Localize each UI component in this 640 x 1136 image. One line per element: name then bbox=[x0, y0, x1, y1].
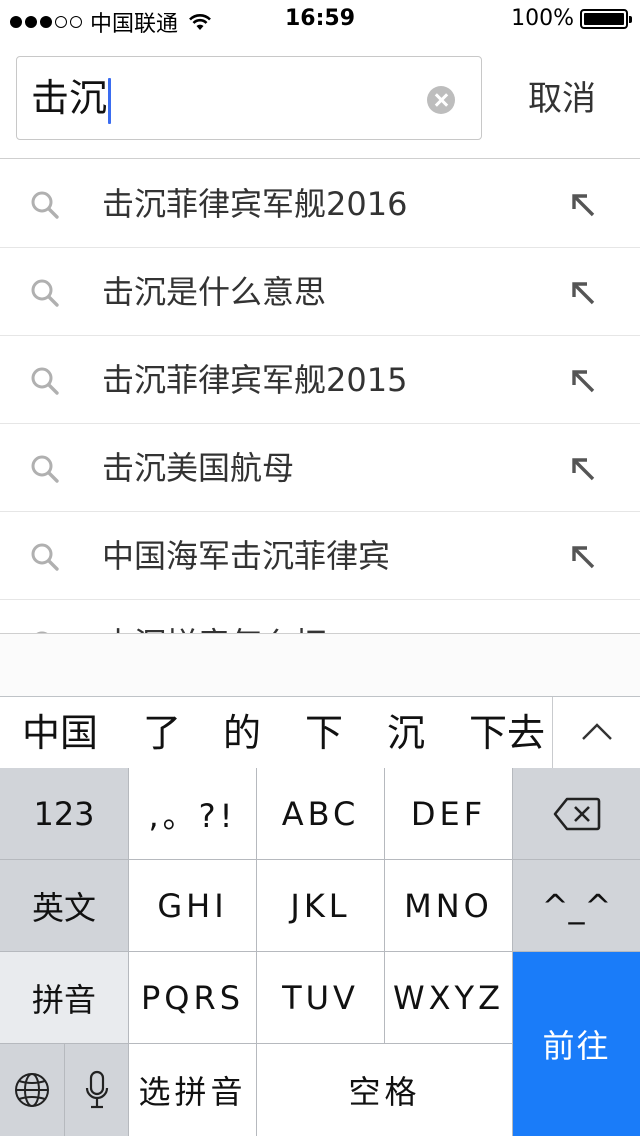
search-box[interactable]: 击沉 bbox=[16, 56, 482, 140]
search-query-text: 击沉 bbox=[31, 76, 108, 120]
battery-percent: 100% bbox=[511, 6, 574, 31]
search-icon bbox=[31, 367, 59, 395]
suggestion-label: 击沉拼音怎么打 bbox=[102, 600, 326, 634]
battery-icon bbox=[580, 8, 632, 29]
candidate-word[interactable]: 下 bbox=[305, 697, 343, 769]
key-wxyz[interactable]: WXYZ bbox=[385, 952, 513, 1044]
select-pinyin-key-label: 选拼音 bbox=[138, 1073, 247, 1111]
suggestion-item[interactable]: 击沉拼音怎么打 bbox=[0, 600, 640, 634]
suggestion-label: 击沉菲律宾军舰2016 bbox=[102, 185, 408, 223]
candidate-word[interactable]: 了 bbox=[143, 697, 181, 769]
delete-icon bbox=[553, 797, 600, 830]
suggestion-item[interactable]: 击沉是什么意思 bbox=[0, 248, 640, 336]
suggestion-label: 击沉是什么意思 bbox=[102, 273, 327, 311]
key-pqrs[interactable]: PQRS bbox=[129, 952, 257, 1044]
chevron-up-icon bbox=[582, 723, 612, 740]
key-abc-label: ABC bbox=[281, 794, 360, 833]
text-caret bbox=[108, 77, 112, 124]
candidate-bar: 中国 了 的 下 沉 下去 bbox=[0, 696, 640, 768]
cancel-button[interactable]: 取消 bbox=[500, 56, 624, 140]
key-ghi-label: GHI bbox=[157, 886, 228, 925]
microphone-key[interactable] bbox=[65, 1044, 129, 1136]
key-jkl[interactable]: JKL bbox=[257, 860, 385, 952]
keyboard: 123 ,。?! ABC DEF 英文 GHI JKL MNO ^_^ 拼音 P… bbox=[0, 768, 640, 1136]
key-mno-label: MNO bbox=[404, 886, 493, 925]
go-key-label: 前往 bbox=[542, 1027, 611, 1065]
search-icon bbox=[31, 543, 59, 571]
key-def-label: DEF bbox=[410, 794, 487, 833]
pinyin-key-label: 拼音 bbox=[31, 980, 96, 1019]
keyboard-accessory-space bbox=[0, 634, 640, 696]
space-key-label: 空格 bbox=[348, 1073, 421, 1111]
clear-icon[interactable] bbox=[427, 86, 455, 114]
emoticon-key[interactable]: ^_^ bbox=[513, 860, 640, 952]
key-mno[interactable]: MNO bbox=[385, 860, 513, 952]
globe-key[interactable] bbox=[0, 1044, 65, 1136]
microphone-icon bbox=[85, 1070, 108, 1109]
key-wxyz-label: WXYZ bbox=[392, 978, 505, 1017]
fill-query-arrow-icon[interactable] bbox=[570, 544, 596, 570]
key-ghi[interactable]: GHI bbox=[129, 860, 257, 952]
key-abc[interactable]: ABC bbox=[257, 768, 385, 860]
space-key[interactable]: 空格 bbox=[257, 1044, 513, 1136]
suggestion-label: 击沉菲律宾军舰2015 bbox=[102, 361, 408, 399]
english-key[interactable]: 英文 bbox=[0, 860, 129, 952]
punctuation-key-label: ,。?! bbox=[148, 796, 237, 835]
search-header: 击沉 取消 bbox=[0, 40, 640, 159]
emoticon-key-label: ^_^ bbox=[541, 886, 612, 925]
punctuation-key[interactable]: ,。?! bbox=[129, 768, 257, 860]
candidate-word[interactable]: 的 bbox=[223, 697, 261, 769]
search-icon bbox=[31, 191, 59, 219]
suggestion-item[interactable]: 击沉菲律宾军舰2016 bbox=[0, 160, 640, 248]
select-pinyin-key[interactable]: 选拼音 bbox=[129, 1044, 257, 1136]
suggestion-label: 中国海军击沉菲律宾 bbox=[102, 537, 391, 575]
candidate-word[interactable]: 中国 bbox=[22, 697, 98, 769]
numbers-key[interactable]: 123 bbox=[0, 768, 129, 860]
fill-query-arrow-icon[interactable] bbox=[570, 192, 596, 218]
suggestion-item[interactable]: 击沉菲律宾军舰2015 bbox=[0, 336, 640, 424]
suggestion-item[interactable]: 击沉美国航母 bbox=[0, 424, 640, 512]
english-key-label: 英文 bbox=[31, 888, 96, 927]
key-pqrs-label: PQRS bbox=[140, 978, 245, 1017]
expand-candidates-button[interactable] bbox=[552, 697, 640, 768]
go-key[interactable]: 前往 bbox=[513, 952, 640, 1136]
key-tuv[interactable]: TUV bbox=[257, 952, 385, 1044]
suggestion-item[interactable]: 中国海军击沉菲律宾 bbox=[0, 512, 640, 600]
key-jkl-label: JKL bbox=[290, 886, 351, 925]
delete-key[interactable] bbox=[513, 768, 640, 860]
fill-query-arrow-icon[interactable] bbox=[570, 368, 596, 394]
numbers-key-label: 123 bbox=[33, 794, 95, 833]
globe-icon bbox=[15, 1073, 49, 1107]
search-icon bbox=[31, 455, 59, 483]
status-right: 100% bbox=[511, 6, 632, 31]
status-bar: 中国联通 16:59 100% bbox=[0, 0, 640, 40]
suggestion-label: 击沉美国航母 bbox=[102, 449, 295, 487]
search-input[interactable]: 击沉 bbox=[31, 71, 411, 125]
pinyin-key[interactable]: 拼音 bbox=[0, 952, 129, 1044]
candidate-word[interactable]: 沉 bbox=[387, 697, 425, 769]
fill-query-arrow-icon[interactable] bbox=[570, 280, 596, 306]
fill-query-arrow-icon[interactable] bbox=[570, 456, 596, 482]
search-icon bbox=[31, 279, 59, 307]
candidate-word[interactable]: 下去 bbox=[469, 697, 545, 769]
key-tuv-label: TUV bbox=[282, 978, 359, 1017]
suggestion-list: 击沉菲律宾军舰2016 击沉是什么意思 击沉菲律宾军舰2015 击沉美国航母 中… bbox=[0, 160, 640, 634]
key-def[interactable]: DEF bbox=[385, 768, 513, 860]
